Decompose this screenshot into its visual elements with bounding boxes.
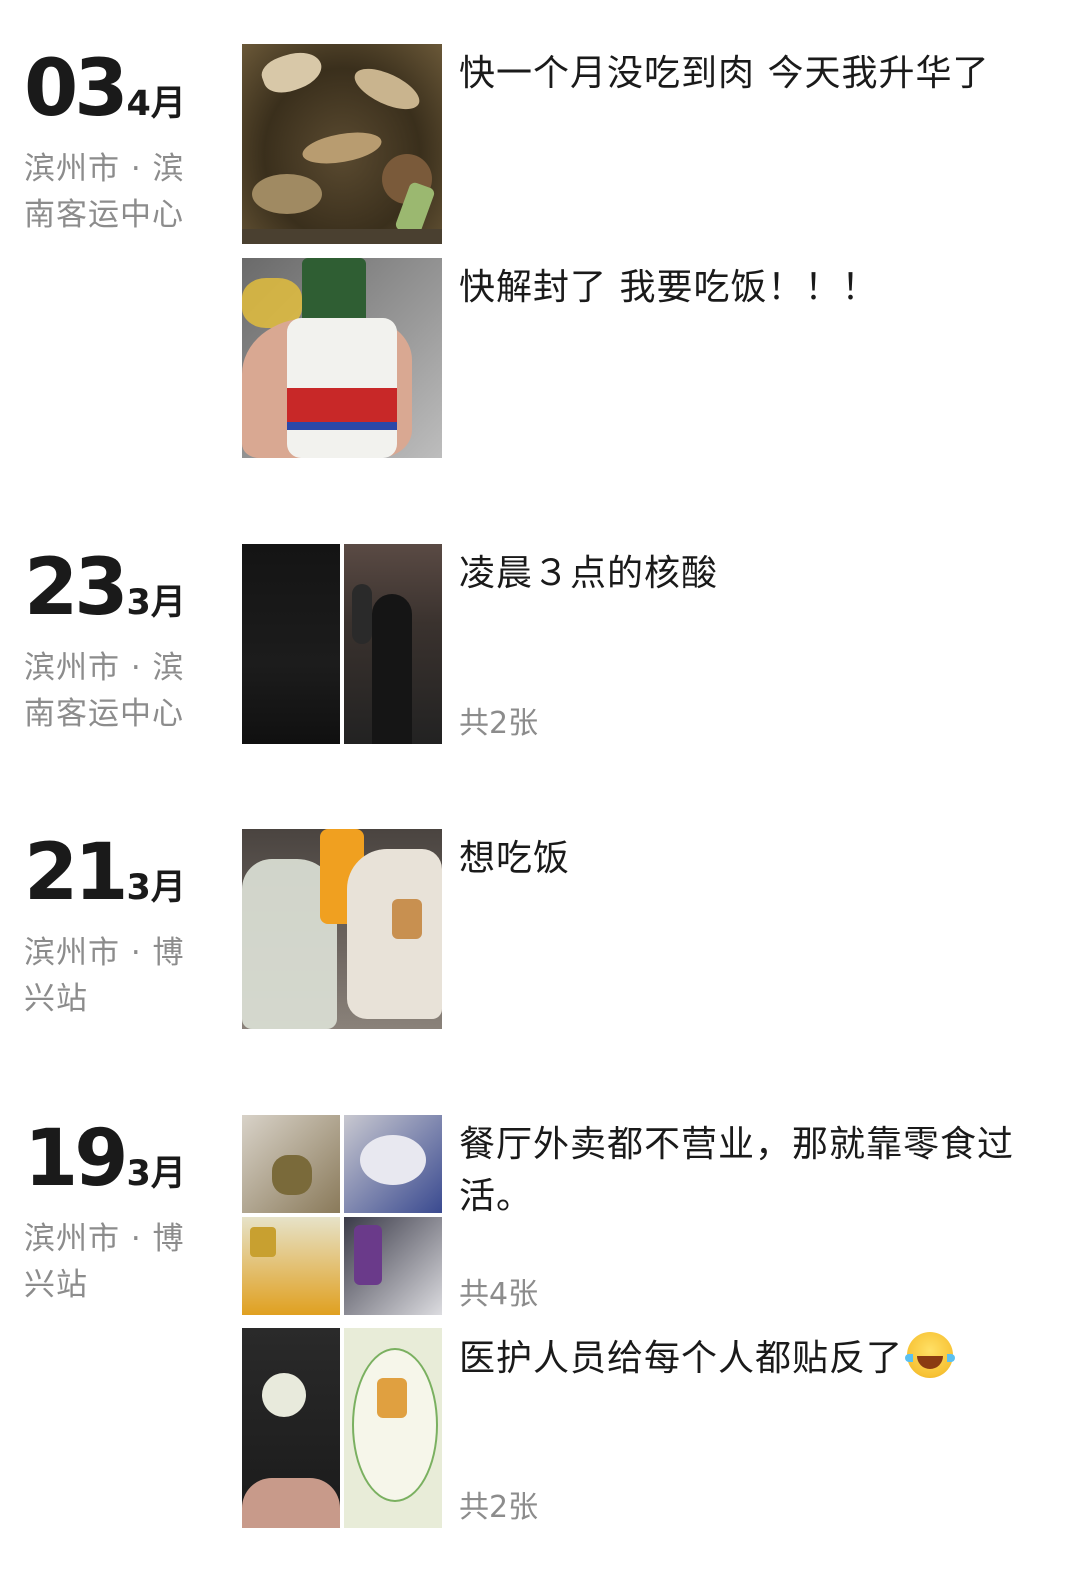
post-item[interactable]: 医护人员给每个人都贴反了 共2张 xyxy=(0,1328,1080,1528)
post-item[interactable]: 快解封了 我要吃饭！！！ xyxy=(0,258,1080,458)
post-thumbnail-night-photos[interactable] xyxy=(242,544,442,744)
image-count: 共2张 xyxy=(459,706,539,741)
post-text: 餐厅外卖都不营业，那就靠零食过活。 xyxy=(459,1124,1015,1217)
post-text: 医护人员给每个人都贴反了 xyxy=(459,1332,1049,1385)
post-text: 凌晨３点的核酸 xyxy=(459,553,719,594)
post-thumbnail-soda-bottle[interactable] xyxy=(242,258,442,458)
post-text-content: 医护人员给每个人都贴反了 xyxy=(459,1338,904,1379)
post-item[interactable]: 凌晨３点的核酸 共2张 xyxy=(0,544,1080,744)
post-thumbnail-snacks-grid[interactable] xyxy=(242,1115,442,1315)
image-count: 共2张 xyxy=(459,1490,539,1525)
post-text: 快解封了 我要吃饭！！！ xyxy=(459,267,879,308)
tears-of-joy-icon xyxy=(905,1332,956,1378)
post-text: 想吃饭 xyxy=(459,838,571,879)
post-item[interactable]: 餐厅外卖都不营业，那就靠零食过活。 共4张 xyxy=(0,1115,1080,1315)
post-text: 快一个月没吃到肉 今天我升华了 xyxy=(459,53,990,94)
post-thumbnail-food-bowl[interactable] xyxy=(242,44,442,244)
post-thumbnail-food-bags[interactable] xyxy=(242,829,442,1029)
image-count: 共4张 xyxy=(459,1277,539,1312)
post-item[interactable]: 快一个月没吃到肉 今天我升华了 xyxy=(0,44,1080,244)
post-thumbnail-stickers[interactable] xyxy=(242,1328,442,1528)
post-item[interactable]: 想吃饭 xyxy=(0,829,1080,1029)
